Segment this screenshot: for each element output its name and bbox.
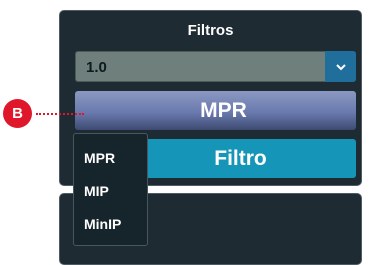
menu-item-mpr[interactable]: MPR — [84, 150, 115, 166]
panel-title: Filtros — [187, 22, 234, 39]
menu-item-mip[interactable]: MIP — [84, 183, 109, 199]
filtro-button-label: Filtro — [214, 146, 267, 170]
slab-thickness-select[interactable]: 1.0 — [75, 51, 356, 82]
callout-leader-line — [36, 113, 84, 115]
mpr-button[interactable]: MPR — [75, 91, 356, 130]
chevron-down-icon[interactable] — [325, 51, 356, 82]
dropdown-menu: MPR MIP MinIP — [73, 133, 148, 246]
mpr-button-label: MPR — [200, 98, 247, 122]
select-value: 1.0 — [86, 59, 107, 76]
callout-badge: B — [3, 99, 32, 128]
menu-item-minip[interactable]: MinIP — [84, 216, 121, 232]
